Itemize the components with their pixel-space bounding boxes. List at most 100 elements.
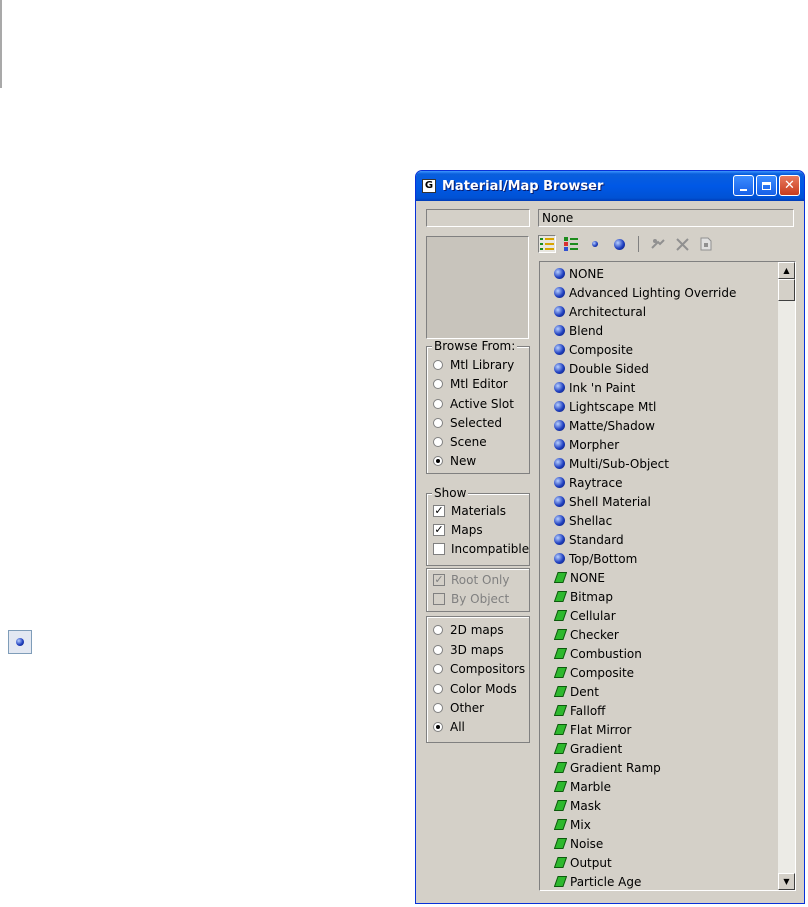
browse-option[interactable]: Selected	[433, 416, 502, 430]
material-list-item[interactable]: Standard	[554, 530, 624, 549]
map-list-item[interactable]: Gradient Ramp	[554, 758, 661, 777]
view-list-icons-button[interactable]	[562, 235, 580, 253]
map-filter-option[interactable]: Other	[433, 701, 484, 715]
map-list-item[interactable]: Marble	[554, 777, 611, 796]
list-item-label: Noise	[570, 836, 604, 851]
map-list-item[interactable]: Bitmap	[554, 587, 613, 606]
browse-option[interactable]: Scene	[433, 435, 487, 449]
material-list-item[interactable]: Blend	[554, 321, 603, 340]
browse-option[interactable]: Active Slot	[433, 397, 514, 411]
show-maps-checkbox[interactable]: ✓ Maps	[433, 523, 483, 537]
map-list-item[interactable]: Output	[554, 853, 612, 872]
material-list-item[interactable]: Architectural	[554, 302, 646, 321]
material-list-item[interactable]: Top/Bottom	[554, 549, 637, 568]
list-item-label: Mask	[570, 798, 601, 813]
map-parallelogram-icon	[554, 724, 567, 735]
scroll-up-button[interactable]: ▲	[778, 262, 795, 279]
root-only-checkbox[interactable]: ✓ Root Only	[433, 573, 510, 587]
name-input[interactable]	[426, 209, 530, 227]
map-parallelogram-icon	[554, 819, 567, 830]
map-filter-option[interactable]: 2D maps	[433, 623, 504, 637]
map-filter-option[interactable]: 3D maps	[433, 643, 504, 657]
radio-icon	[433, 379, 443, 389]
maximize-button[interactable]	[756, 175, 777, 196]
map-list-item[interactable]: Particle Age	[554, 872, 641, 890]
material-list-item[interactable]: Shellac	[554, 511, 612, 530]
list-item-label: Standard	[569, 532, 624, 547]
list-item-label: Composite	[570, 665, 635, 680]
map-parallelogram-icon	[554, 762, 567, 773]
view-small-icons-button[interactable]	[586, 235, 604, 253]
show-incompatible-checkbox[interactable]: Incompatible	[433, 542, 529, 556]
view-large-icons-button[interactable]	[610, 235, 628, 253]
material-list-item[interactable]: Double Sided	[554, 359, 649, 378]
material-list-item[interactable]: Composite	[554, 340, 633, 359]
list-item-label: Output	[570, 855, 612, 870]
browse-option[interactable]: Mtl Editor	[433, 377, 508, 391]
title-bar[interactable]: G Material/Map Browser ✕	[416, 171, 804, 201]
material-list-item[interactable]: Multi/Sub-Object	[554, 454, 669, 473]
radio-icon	[433, 625, 443, 635]
map-list-item[interactable]: Mix	[554, 815, 591, 834]
update-scene-materials-button[interactable]	[649, 235, 667, 253]
browse-option[interactable]: New	[433, 454, 476, 468]
material-list-item[interactable]: Raytrace	[554, 473, 623, 492]
close-button[interactable]: ✕	[779, 175, 800, 196]
material-list-item[interactable]: NONE	[554, 264, 604, 283]
material-list-item[interactable]: Shell Material	[554, 492, 651, 511]
map-list-item[interactable]: Flat Mirror	[554, 720, 631, 739]
browse-from-label: Browse From:	[432, 339, 518, 353]
map-parallelogram-icon	[554, 743, 567, 754]
material-sphere-icon	[554, 496, 565, 507]
scroll-down-button[interactable]: ▼	[778, 873, 795, 890]
map-list-item[interactable]: Checker	[554, 625, 619, 644]
list-item-label: Multi/Sub-Object	[569, 456, 669, 471]
map-list-item[interactable]: Falloff	[554, 701, 605, 720]
delete-from-library-button[interactable]	[673, 235, 691, 253]
list-item-label: Lightscape Mtl	[569, 399, 657, 414]
minimize-button[interactable]	[733, 175, 754, 196]
map-list-item[interactable]: Combustion	[554, 644, 642, 663]
material-sphere-button[interactable]	[8, 630, 32, 654]
map-parallelogram-icon	[554, 781, 567, 792]
scroll-thumb[interactable]	[778, 279, 795, 301]
list-item-label: Gradient	[570, 741, 623, 756]
show-materials-checkbox[interactable]: ✓ Materials	[433, 504, 506, 518]
material-sphere-icon	[554, 401, 565, 412]
map-parallelogram-icon	[554, 857, 567, 868]
delete-x-icon	[675, 237, 689, 251]
radio-icon	[433, 664, 443, 674]
vertical-scrollbar[interactable]: ▲ ▼	[777, 262, 795, 890]
small-sphere-icon	[592, 241, 598, 247]
toolbar-separator	[638, 236, 639, 252]
material-list-item[interactable]: Morpher	[554, 435, 619, 454]
list-item-label: Flat Mirror	[570, 722, 632, 737]
map-list-item[interactable]: Noise	[554, 834, 603, 853]
map-filter-option[interactable]: All	[433, 720, 465, 734]
type-display: None	[538, 209, 794, 227]
map-list-item[interactable]: Gradient	[554, 739, 622, 758]
view-list-button[interactable]	[538, 235, 556, 253]
by-object-checkbox[interactable]: By Object	[433, 592, 509, 606]
material-list-item[interactable]: Matte/Shadow	[554, 416, 655, 435]
map-list-item[interactable]: Cellular	[554, 606, 616, 625]
map-list-item[interactable]: Composite	[554, 663, 634, 682]
clear-library-button[interactable]	[697, 235, 715, 253]
map-filter-option[interactable]: Color Mods	[433, 682, 517, 696]
browse-option[interactable]: Mtl Library	[433, 358, 514, 372]
list-item-label: Shellac	[569, 513, 613, 528]
list-item-label: Marble	[570, 779, 611, 794]
list-item-label: Shell Material	[569, 494, 651, 509]
material-list-item[interactable]: Ink 'n Paint	[554, 378, 635, 397]
material-list-item[interactable]: Lightscape Mtl	[554, 397, 656, 416]
radio-icon	[433, 437, 443, 447]
list-item-label: Raytrace	[569, 475, 623, 490]
map-list-item[interactable]: NONE	[554, 568, 605, 587]
material-list-item[interactable]: Advanced Lighting Override	[554, 283, 736, 302]
material-sphere-icon	[554, 363, 565, 374]
map-parallelogram-icon	[554, 610, 567, 621]
map-filter-option[interactable]: Compositors	[433, 662, 525, 676]
map-parallelogram-icon	[554, 648, 567, 659]
map-list-item[interactable]: Dent	[554, 682, 599, 701]
map-list-item[interactable]: Mask	[554, 796, 601, 815]
